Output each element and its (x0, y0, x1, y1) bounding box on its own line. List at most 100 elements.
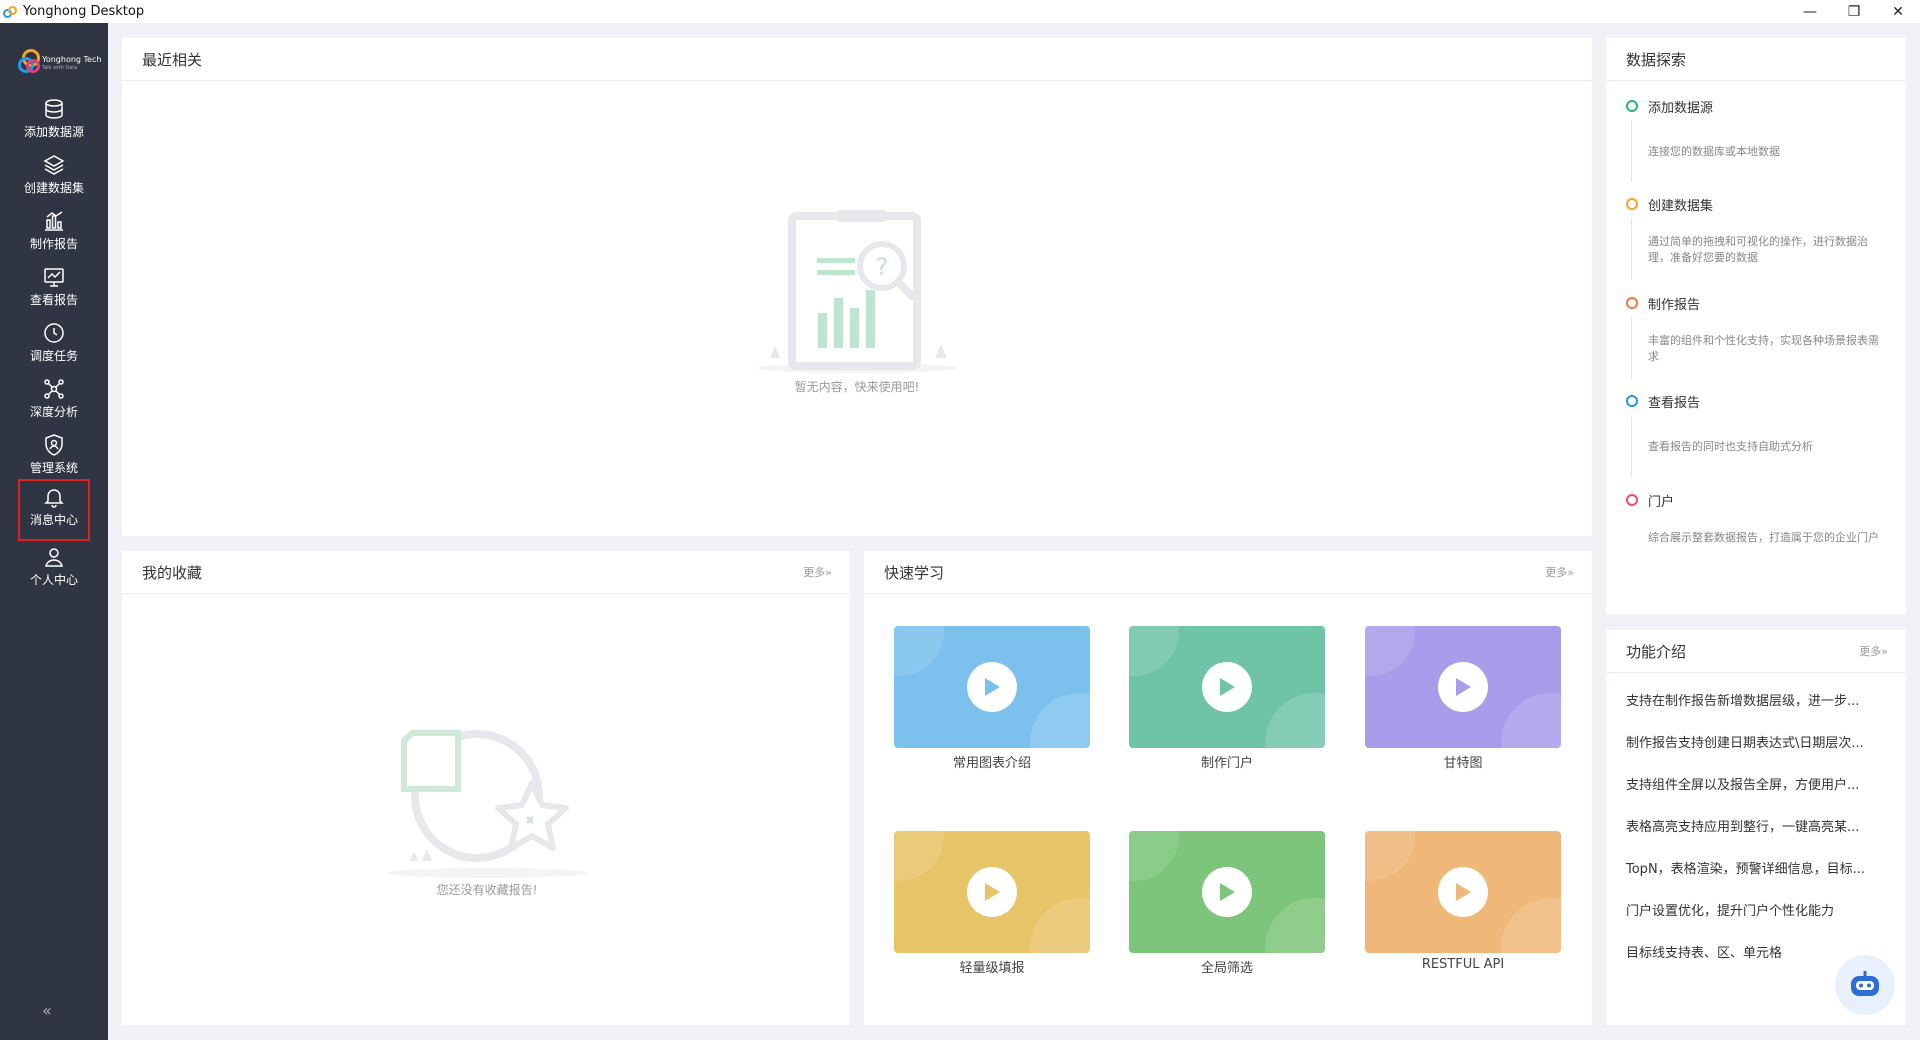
shield-user-icon (45, 434, 63, 456)
video-card[interactable]: RESTFUL API (1365, 831, 1561, 972)
timeline-step-title[interactable]: 添加数据源 (1648, 97, 1713, 116)
favorites-empty-text: 您还没有收藏报告! (436, 883, 538, 897)
feature-item-link[interactable]: 门户设置优化，提升门户个性化能力 (1626, 900, 1891, 919)
empty-favorites-illustration (387, 730, 587, 878)
features-more-link[interactable]: 更多» (1859, 643, 1888, 659)
sidebar-item-label: 添加数据源 (23, 125, 84, 139)
collapse-sidebar-icon[interactable]: « (42, 1001, 52, 1020)
brand-logo[interactable]: Yonghong Tech Talk with Data (16, 47, 101, 81)
timeline-dot-icon (1626, 100, 1638, 112)
network-icon (44, 379, 64, 399)
favorites-empty-state: 您还没有收藏报告! (382, 721, 592, 898)
timeline-step-description: 综合展示整套数据报告，打造属于您的企业门户 (1648, 531, 1879, 544)
video-label[interactable]: 甘特图 (1365, 752, 1561, 771)
bell-icon (44, 489, 64, 508)
timeline-connector (1631, 317, 1632, 379)
timeline-step-title[interactable]: 门户 (1648, 491, 1674, 510)
sidebar-item-view-report[interactable]: 查看报告 (18, 261, 90, 317)
timeline-step-title[interactable]: 查看报告 (1648, 392, 1700, 411)
feature-item-link[interactable]: 支持组件全屏以及报告全屏，方便用户... (1626, 774, 1891, 793)
sidebar-item-label: 个人中心 (29, 573, 78, 587)
user-icon (45, 548, 63, 567)
video-label[interactable]: 全局筛选 (1129, 957, 1325, 976)
video-card[interactable]: 制作门户 (1129, 626, 1325, 771)
video-card[interactable]: 全局筛选 (1129, 831, 1325, 976)
timeline-connector (1631, 120, 1632, 182)
sidebar-item-label: 管理系统 (29, 461, 78, 475)
features-title: 功能介绍 (1626, 642, 1687, 661)
learning-more-link[interactable]: 更多» (1545, 564, 1574, 580)
video-card[interactable]: 甘特图 (1365, 626, 1561, 771)
play-icon[interactable] (967, 867, 1017, 917)
sidebar-item-make-report[interactable]: 制作报告 (18, 205, 90, 261)
bar-chart-icon (45, 211, 63, 231)
video-label[interactable]: 轻量级填报 (894, 957, 1090, 976)
clock-icon (44, 323, 64, 343)
favorites-title: 我的收藏 (142, 563, 203, 582)
video-label[interactable]: RESTFUL API (1365, 957, 1561, 972)
sidebar-item-admin[interactable]: 管理系统 (18, 429, 90, 485)
recent-empty-text: 暂无内容，快来使用吧! (794, 380, 920, 394)
video-card[interactable]: 轻量级填报 (894, 831, 1090, 976)
logo-slogan: Talk with Data (42, 65, 78, 71)
video-card[interactable]: 常用图表介绍 (894, 626, 1090, 771)
feature-item-link[interactable]: TopN，表格渲染，预警详细信息，目标... (1626, 858, 1891, 877)
close-button[interactable]: ✕ (1876, 0, 1920, 23)
restore-button[interactable]: ❐ (1832, 0, 1876, 23)
empty-report-illustration: ? (757, 210, 957, 373)
timeline-dot-icon (1626, 494, 1638, 506)
logo-text: Yonghong Tech (42, 55, 102, 64)
play-icon[interactable] (967, 662, 1017, 712)
video-thumbnail[interactable] (894, 831, 1090, 953)
play-icon[interactable] (1438, 662, 1488, 712)
sidebar-item-label: 创建数据集 (23, 181, 84, 195)
sidebar-item-label: 消息中心 (29, 513, 78, 527)
play-icon[interactable] (1438, 867, 1488, 917)
database-icon (45, 99, 63, 119)
recent-panel: 最近相关 ? 暂无内容，快来使用吧! (122, 38, 1592, 536)
sidebar-item-messages[interactable]: 消息中心 (18, 479, 90, 541)
minimize-button[interactable]: — (1788, 0, 1832, 23)
sidebar-item-label: 调度任务 (29, 349, 78, 363)
video-thumbnail[interactable] (894, 626, 1090, 748)
window-title: Yonghong Desktop (23, 4, 145, 19)
monitor-chart-icon (44, 268, 64, 287)
timeline-dot-icon (1626, 198, 1638, 210)
assistant-robot-button[interactable] (1835, 955, 1895, 1015)
video-thumbnail[interactable] (1365, 831, 1561, 953)
feature-item-link[interactable]: 表格高亮支持应用到整行，一键高亮某... (1626, 816, 1891, 835)
video-thumbnail[interactable] (1365, 626, 1561, 748)
layers-icon (43, 155, 65, 175)
explore-title: 数据探索 (1626, 50, 1687, 69)
title-bar: Yonghong Desktop — ❐ ✕ (0, 0, 1920, 23)
sidebar-item-add-datasource[interactable]: 添加数据源 (18, 93, 90, 149)
timeline-dot-icon (1626, 297, 1638, 309)
sidebar-item-profile[interactable]: 个人中心 (18, 541, 90, 597)
svg-text:?: ? (876, 253, 889, 281)
play-icon[interactable] (1202, 867, 1252, 917)
feature-item-link[interactable]: 制作报告支持创建日期表达式\日期层次... (1626, 732, 1891, 751)
sidebar-item-deep-analysis[interactable]: 深度分析 (18, 373, 90, 429)
video-thumbnail[interactable] (1129, 626, 1325, 748)
timeline-dot-icon (1626, 395, 1638, 407)
play-icon[interactable] (1202, 662, 1252, 712)
timeline-connector (1631, 218, 1632, 280)
sidebar-item-label: 制作报告 (29, 237, 78, 251)
favorites-more-link[interactable]: 更多» (803, 564, 832, 580)
video-label[interactable]: 常用图表介绍 (894, 752, 1090, 771)
sidebar-item-label: 深度分析 (29, 405, 78, 419)
video-thumbnail[interactable] (1129, 831, 1325, 953)
sidebar-item-schedule[interactable]: 调度任务 (18, 317, 90, 373)
timeline-step-title[interactable]: 制作报告 (1648, 294, 1700, 313)
app-logo-icon (3, 4, 19, 20)
sidebar: Yonghong Tech Talk with Data 添加数据源 创建数据集… (0, 23, 108, 1040)
explore-panel: 数据探索 添加数据源 连接您的数据库或本地数据 创建数据集 通过简单的拖拽和可视化的操… (1606, 38, 1906, 614)
recent-title: 最近相关 (142, 50, 203, 69)
timeline-step-title[interactable]: 创建数据集 (1648, 195, 1713, 214)
favorites-panel: 我的收藏 更多» 您还没有收藏报告! (122, 551, 850, 1025)
learning-title: 快速学习 (884, 563, 945, 582)
timeline-step-description: 丰富的组件和个性化支持，实现各种场景报表需求 (1648, 334, 1879, 363)
sidebar-item-create-dataset[interactable]: 创建数据集 (18, 149, 90, 205)
video-label[interactable]: 制作门户 (1129, 752, 1325, 771)
feature-item-link[interactable]: 支持在制作报告新增数据层级，进一步... (1626, 690, 1891, 709)
